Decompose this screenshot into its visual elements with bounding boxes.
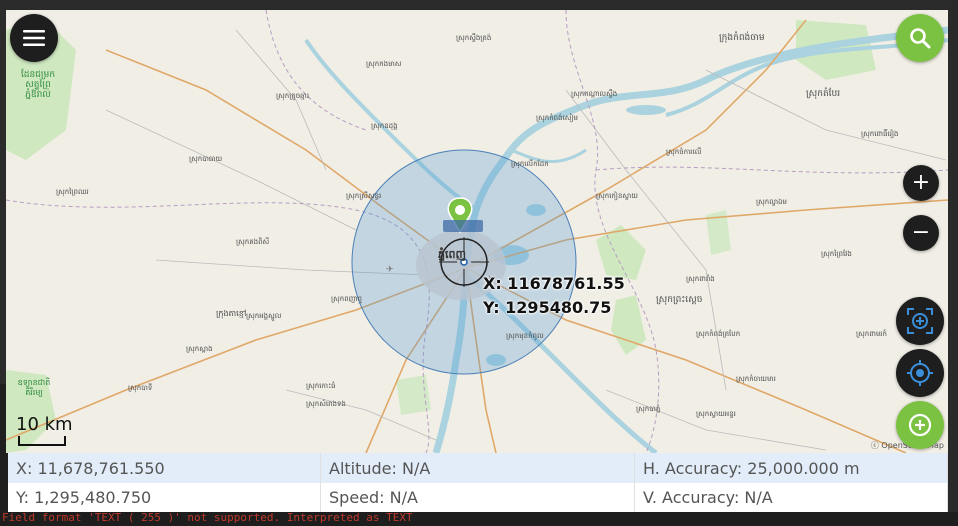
zoom-to-location-icon <box>907 308 933 334</box>
locate-me-button[interactable] <box>896 349 944 397</box>
place-label: ស្រុកក្រូចឆ្មារ <box>276 92 310 100</box>
position-info-panel: X: 11,678,761.550 Altitude: N/A H. Accur… <box>8 453 948 512</box>
place-label: ស្រុកបាធាយ <box>189 155 223 163</box>
scale-label: 10 km <box>16 414 73 435</box>
menu-button[interactable] <box>10 14 58 62</box>
place-label: ស្រុកស្វាយអន្ទរ <box>696 410 736 418</box>
place-label: ស្រុកកំពង់ត្របែក <box>696 330 741 338</box>
coordinate-y-label: Y: 1295480.75 <box>483 298 612 317</box>
place-label: ស្រុកព្រះស្ដេច <box>656 295 703 305</box>
place-label: ស្រុកព្រៃវែង <box>821 250 852 258</box>
place-label: ស្រុកពោធិ៍រៀង <box>861 130 899 138</box>
place-label: ស្រុកស្អាង <box>186 345 213 353</box>
window-frame-right <box>948 0 958 526</box>
search-icon <box>910 28 931 49</box>
place-label: ស្រុកសំរោងទង <box>306 400 346 408</box>
gps-crosshair-icon <box>907 360 933 386</box>
svg-text:✈: ✈ <box>386 265 394 275</box>
place-label: ស្រុកស្ទឹងត្រង់ <box>456 34 492 42</box>
map-canvas[interactable]: ✈ ✈ ក្រុងកំពង់ចាម ស្រុកតំបែរ ស្រុកស្ទឹងត… <box>6 10 948 453</box>
place-label: ស្រុកពារាំង <box>686 275 715 283</box>
x-coordinate-value: X: 11,678,761.550 <box>8 453 321 483</box>
coordinate-x-label: X: 11678761.55 <box>483 274 625 293</box>
place-label: ស្រុកកោះធំ <box>306 382 336 390</box>
place-label: ស្រុកព្រៃឈរ <box>56 188 89 196</box>
vertical-accuracy-value: V. Accuracy: N/A <box>635 483 948 512</box>
add-point-button[interactable] <box>896 401 944 449</box>
search-button[interactable] <box>896 14 944 62</box>
place-label: ស្រុកស្រីសន្ធរ <box>346 192 382 200</box>
speed-value: Speed: N/A <box>321 483 635 512</box>
place-label: ស្រុកបាទី <box>128 384 153 392</box>
window-frame-top <box>0 0 958 10</box>
hamburger-menu-icon <box>23 30 45 46</box>
add-circle-icon <box>908 413 932 437</box>
park-label: ឧទ្យានជាតិ គិរីរម្យ <box>17 378 51 397</box>
horizontal-accuracy-value: H. Accuracy: 25,000.000 m <box>635 453 948 483</box>
zoom-in-button[interactable]: + <box>903 165 939 201</box>
place-label: ស្រុកពញាឮ <box>331 295 362 303</box>
place-label: ស្រុកល្វាឯម <box>756 198 787 206</box>
altitude-value: Altitude: N/A <box>321 453 635 483</box>
place-label: ស្រុកអង្គស្នួល <box>246 312 282 320</box>
place-label: ស្រុកមុខកំពូល <box>506 332 544 340</box>
place-label: ស្រុកកងមាស <box>366 60 402 68</box>
city-label: ភ្នំពេញ <box>438 248 466 261</box>
place-label: ស្រុកលើកដែក <box>511 160 549 168</box>
place-label: ស្រុកកៀនស្វាយ <box>596 192 638 200</box>
place-label: ស្រុកពាមរក៍ <box>856 330 887 338</box>
place-label: ស្រុកបាភ្នំ <box>636 405 661 413</box>
place-label: ស្រុកកំពង់សៀម <box>536 114 578 122</box>
place-label: ក្រុងកំពង់ចាម <box>719 33 765 43</box>
zoom-to-location-button[interactable] <box>896 297 944 345</box>
place-label: ស្រុកតំបែរ <box>806 89 841 99</box>
place-label: ស្រុកកណ្តាលស្ទឹង <box>571 90 618 98</box>
scale-bar <box>18 436 66 446</box>
park-label: ដែនជម្រក សត្វព្រៃ ភ្នំឱរ៉ាល់ <box>20 70 56 100</box>
place-label: ក្រុងតាខ្មៅ <box>216 309 247 318</box>
place-label: ស្រុកកំចាយមារ <box>736 375 776 383</box>
background-log-text: Field format 'TEXT ( 255 )' not supporte… <box>2 511 413 524</box>
plus-icon: + <box>911 170 931 195</box>
place-label: ស្រុកគងពិសី <box>236 238 270 246</box>
y-coordinate-value: Y: 1,295,480.750 <box>8 483 321 512</box>
place-label: ស្រុកឧដុង្គ <box>371 122 398 130</box>
minus-icon: − <box>911 220 931 245</box>
zoom-out-button[interactable]: − <box>903 215 939 251</box>
place-label: ស្រុកចំការលើ <box>666 148 702 156</box>
